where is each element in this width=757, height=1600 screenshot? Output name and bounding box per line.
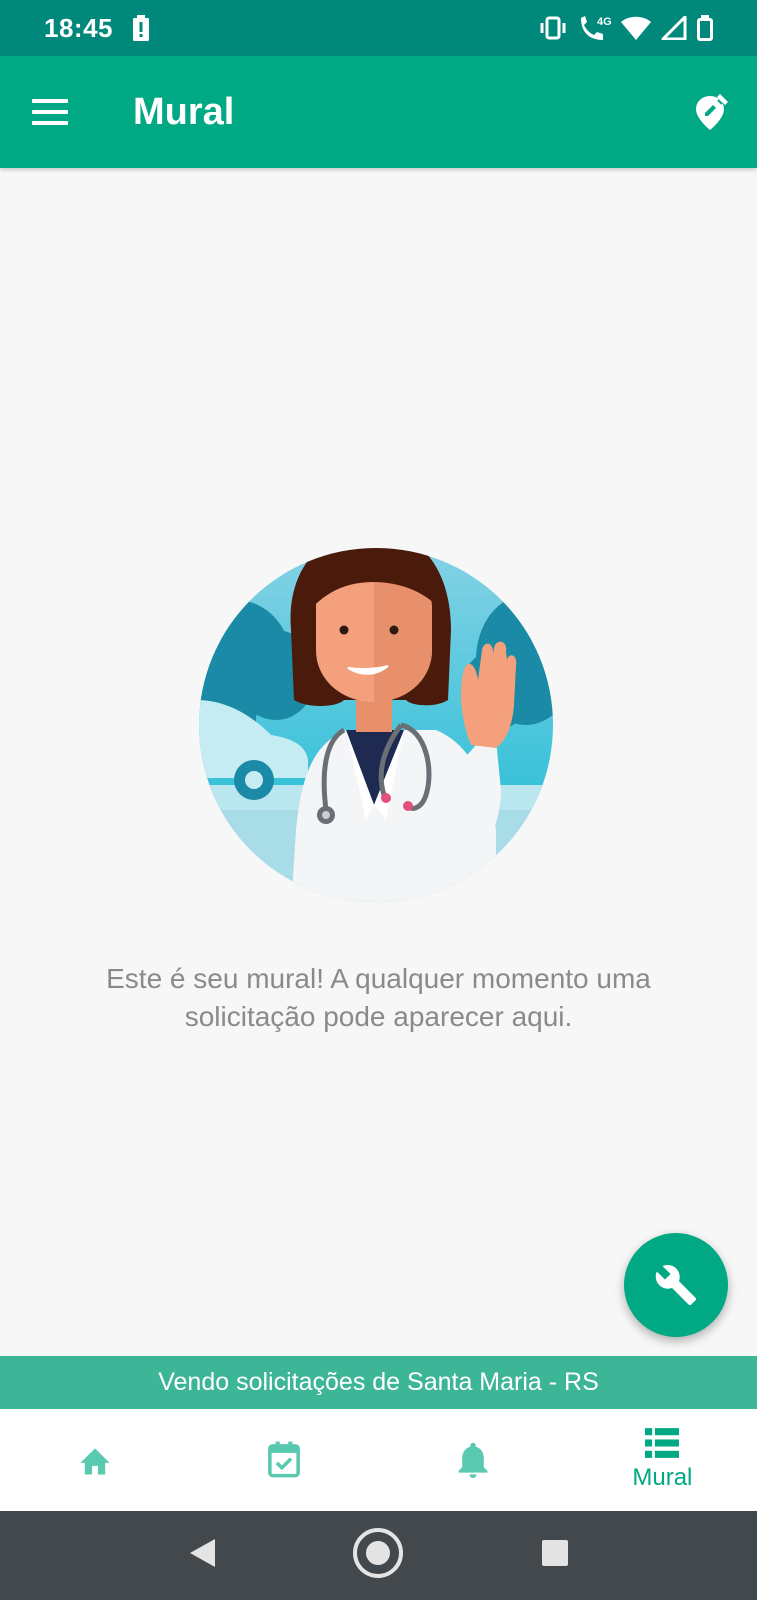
recents-square-icon <box>541 1540 568 1566</box>
edit-location-button[interactable] <box>667 56 757 168</box>
doctor-illustration <box>196 530 566 910</box>
system-navigation-bar <box>0 1511 757 1600</box>
status-time: 18:45 <box>44 12 113 43</box>
empty-state-message: Este é seu mural! A qualquer momento uma… <box>106 963 651 1032</box>
nav-item-notifications[interactable] <box>379 1409 568 1511</box>
page-title: Mural <box>133 90 235 133</box>
wifi-call-icon: 4G <box>581 16 611 40</box>
nav-item-home[interactable] <box>0 1409 189 1511</box>
edit-location-icon <box>696 94 728 130</box>
back-triangle-icon <box>190 1539 216 1567</box>
battery-alert-icon <box>133 15 149 41</box>
screen: 18:45 4G Mural Este é seu mural! A qualq… <box>0 0 757 1600</box>
bell-icon <box>458 1442 488 1478</box>
app-bar: Mural <box>0 56 757 168</box>
cell-signal-icon <box>661 16 687 40</box>
nav-item-mural-label: Mural <box>632 1464 693 1491</box>
wifi-icon <box>621 16 651 40</box>
calendar-check-icon <box>267 1441 300 1478</box>
menu-button[interactable] <box>0 56 100 168</box>
network-label: 4G <box>597 16 611 28</box>
hamburger-menu-icon <box>32 99 68 125</box>
bottom-navigation: Mural <box>0 1409 757 1511</box>
nav-item-mural[interactable]: Mural <box>568 1409 757 1511</box>
home-circle-icon <box>353 1528 404 1578</box>
vibrate-icon <box>540 16 566 40</box>
recents-button[interactable] <box>540 1538 570 1573</box>
list-icon <box>645 1428 680 1458</box>
battery-icon <box>697 15 713 41</box>
home-button[interactable] <box>351 1526 405 1585</box>
nav-item-agenda[interactable] <box>189 1409 378 1511</box>
tools-fab-button[interactable] <box>624 1233 728 1337</box>
back-button[interactable] <box>187 1537 217 1574</box>
wrench-icon <box>655 1265 697 1306</box>
home-icon <box>80 1448 110 1475</box>
location-banner: Vendo solicitações de Santa Maria - RS <box>0 1356 757 1409</box>
status-bar: 18:45 4G <box>0 0 757 56</box>
